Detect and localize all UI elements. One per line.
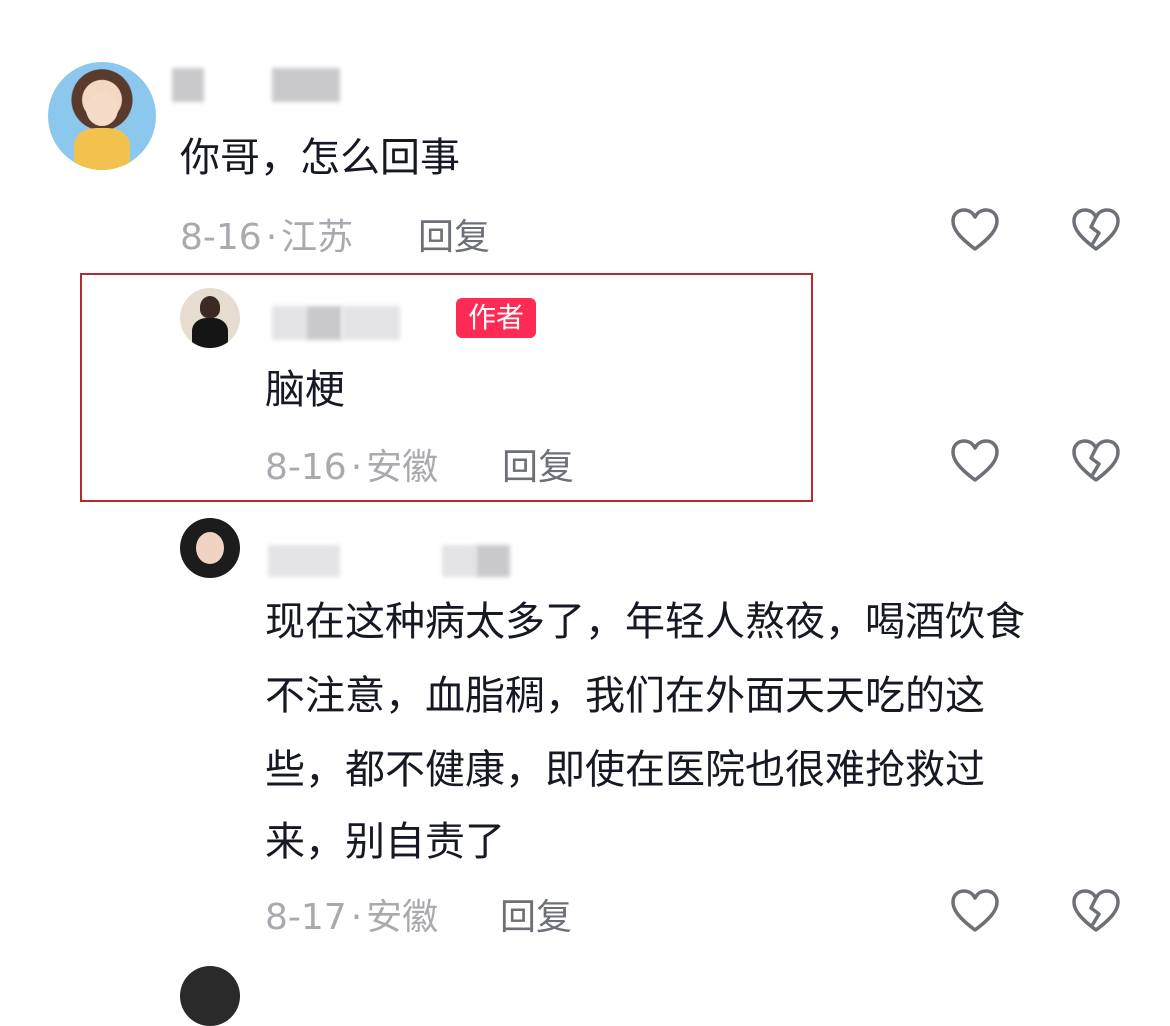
comment-text: 脑梗 [265, 367, 345, 413]
avatar[interactable] [48, 62, 156, 170]
comment-meta: 8-16 · 江苏 [180, 208, 353, 260]
avatar[interactable] [180, 518, 240, 578]
username-redacted [476, 545, 510, 577]
comment-text: 你哥，怎么回事 [180, 135, 460, 181]
meta-separator: · [350, 447, 363, 488]
reply-button[interactable]: 回复 [418, 208, 490, 260]
username-redacted [268, 545, 340, 577]
comment-location: 安徽 [366, 447, 439, 488]
broken-heart-icon[interactable] [1070, 436, 1122, 488]
meta-separator: · [265, 217, 278, 258]
reply-button[interactable]: 回复 [502, 438, 574, 490]
username-redacted [342, 306, 400, 340]
username-redacted [306, 306, 342, 340]
comment-location: 安徽 [366, 897, 439, 938]
heart-outline-icon[interactable] [949, 886, 1001, 938]
username-redacted [172, 68, 204, 102]
username-redacted [442, 545, 476, 577]
author-badge: 作者 [456, 298, 537, 338]
comment-meta: 8-17 · 安徽 [265, 888, 438, 940]
meta-separator: · [350, 897, 363, 938]
avatar[interactable] [180, 966, 240, 1026]
username-redacted [272, 68, 340, 102]
comment-location: 江苏 [281, 217, 354, 258]
comment-text-line: 来，别自责了 [265, 819, 505, 865]
comment-date: 8-16 [265, 447, 347, 488]
comment-text-line: 些，都不健康，即使在医院也很难抢救过 [265, 747, 985, 793]
broken-heart-icon[interactable] [1070, 205, 1122, 257]
heart-outline-icon[interactable] [949, 436, 1001, 488]
reply-button[interactable]: 回复 [500, 888, 572, 940]
comment-text-line: 不注意，血脂稠，我们在外面天天吃的这 [265, 673, 985, 719]
comment-text-line: 现在这种病太多了，年轻人熬夜，喝酒饮食 [265, 599, 1025, 645]
broken-heart-icon[interactable] [1070, 886, 1122, 938]
avatar[interactable] [180, 288, 240, 348]
comment-date: 8-17 [265, 897, 347, 938]
comment-date: 8-16 [180, 217, 262, 258]
heart-outline-icon[interactable] [949, 205, 1001, 257]
comment-meta: 8-16 · 安徽 [265, 438, 438, 490]
username-redacted [272, 306, 306, 340]
